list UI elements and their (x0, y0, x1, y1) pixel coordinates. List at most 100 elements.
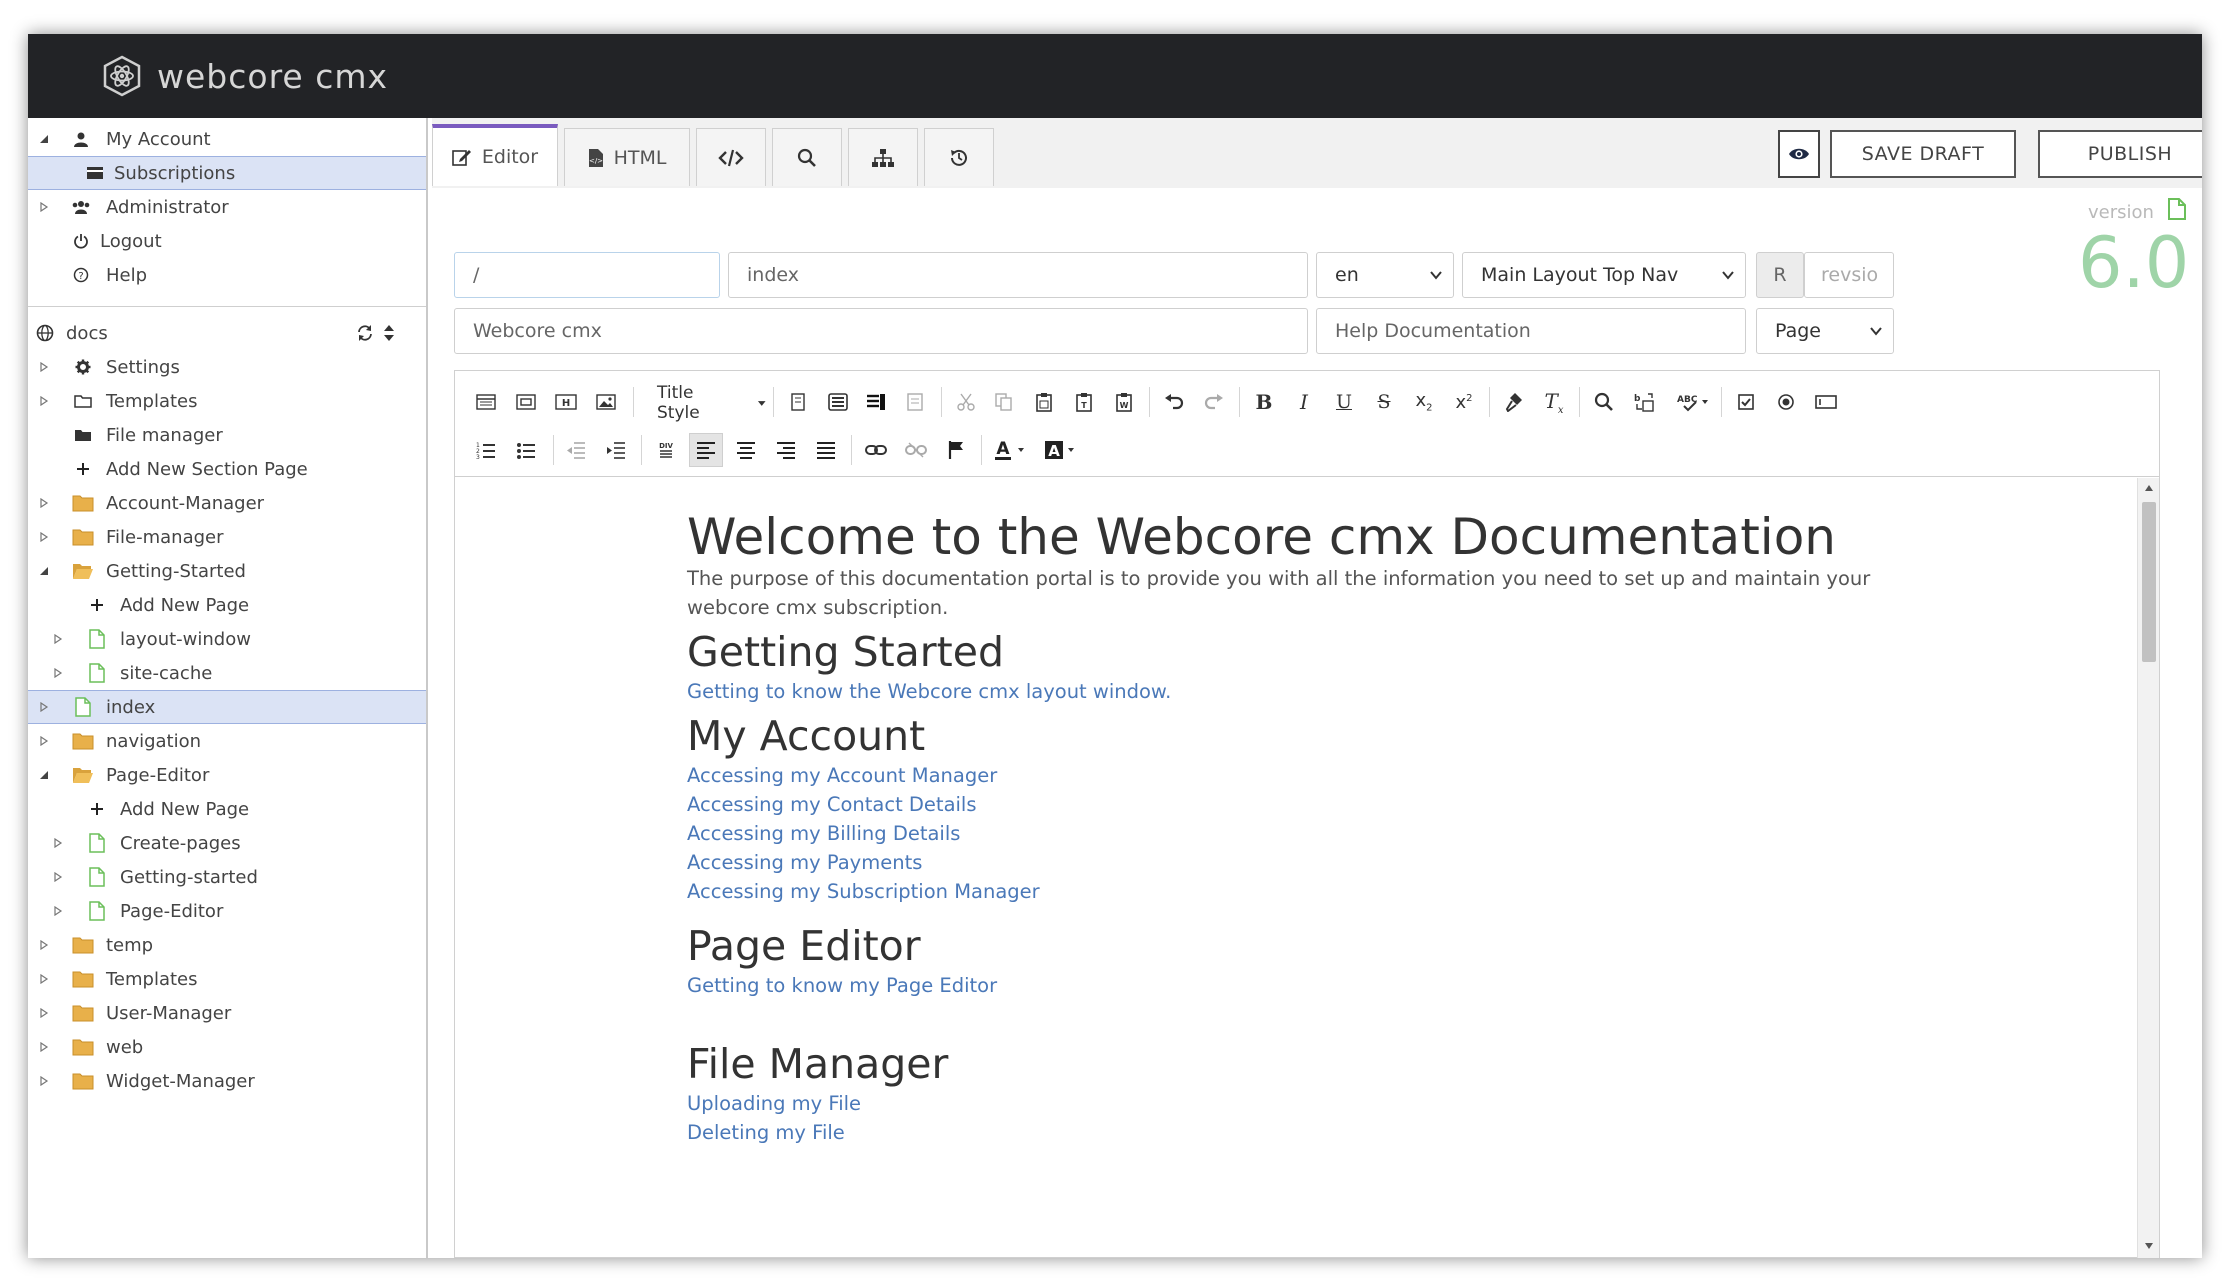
tab-source-code[interactable] (696, 128, 766, 186)
scroll-up-icon[interactable] (2144, 484, 2154, 492)
tree-item-templates-folder[interactable]: Templates (28, 962, 426, 996)
caret-collapsed-icon[interactable] (38, 1075, 50, 1087)
paste-word-icon[interactable]: W (1107, 385, 1141, 419)
caret-collapsed-icon[interactable] (52, 871, 64, 883)
div-container-icon[interactable] (821, 385, 855, 419)
templates-icon[interactable] (469, 385, 503, 419)
radio-icon[interactable] (1769, 385, 1803, 419)
underline-icon[interactable]: U (1327, 385, 1361, 419)
cut-icon[interactable] (949, 385, 983, 419)
tree-item-add-new-page[interactable]: Add New Page (28, 588, 426, 622)
caret-collapsed-icon[interactable] (38, 735, 50, 747)
save-draft-button[interactable]: SAVE DRAFT (1830, 130, 2016, 178)
justify-icon[interactable] (809, 433, 843, 467)
undo-icon[interactable] (1157, 385, 1191, 419)
paste-text-icon[interactable]: T (1067, 385, 1101, 419)
tab-editor[interactable]: Editor (432, 124, 558, 186)
caret-collapsed-icon[interactable] (52, 837, 64, 849)
tab-sitemap[interactable] (848, 128, 918, 186)
tab-html[interactable]: </> HTML (564, 128, 690, 186)
sidebar-item-help[interactable]: ? Help (28, 258, 426, 292)
sidebar-item-logout[interactable]: Logout (28, 224, 426, 258)
caret-collapsed-icon[interactable] (38, 497, 50, 509)
preview-button[interactable] (1778, 130, 1820, 178)
caret-collapsed-icon[interactable] (38, 361, 50, 373)
bold-icon[interactable]: B (1247, 385, 1281, 419)
doc-link[interactable]: Accessing my Billing Details (687, 822, 960, 845)
caret-collapsed-icon[interactable] (38, 701, 50, 713)
sidebar-item-subscriptions[interactable]: Subscriptions (28, 156, 426, 190)
tree-item-templates[interactable]: Templates (28, 384, 426, 418)
image-icon[interactable] (589, 385, 623, 419)
sidebar-item-administrator[interactable]: Administrator (28, 190, 426, 224)
text-color-icon[interactable]: A (989, 433, 1033, 467)
background-color-icon[interactable]: A (1039, 433, 1083, 467)
caret-collapsed-icon[interactable] (38, 531, 50, 543)
create-div-icon[interactable] (859, 385, 893, 419)
tree-item-widget-manager[interactable]: Widget-Manager (28, 1064, 426, 1098)
checkbox-icon[interactable] (1729, 385, 1763, 419)
tree-item-add-new-page-2[interactable]: Add New Page (28, 792, 426, 826)
bullet-list-icon[interactable] (509, 433, 543, 467)
caret-collapsed-icon[interactable] (38, 1007, 50, 1019)
site-title-input[interactable]: Webcore cmx (454, 308, 1308, 354)
tree-item-create-pages[interactable]: Create-pages (28, 826, 426, 860)
refresh-icon[interactable] (354, 322, 376, 344)
outdent-icon[interactable] (559, 433, 593, 467)
show-blocks-icon[interactable] (781, 385, 815, 419)
page-name-input[interactable]: index (728, 252, 1308, 298)
paste-icon[interactable] (1027, 385, 1061, 419)
find-icon[interactable] (1587, 385, 1621, 419)
tree-item-getting-started-page[interactable]: Getting-started (28, 860, 426, 894)
caret-collapsed-icon[interactable] (38, 973, 50, 985)
doc-link[interactable]: Accessing my Account Manager (687, 764, 997, 787)
language-select[interactable]: en (1316, 252, 1454, 298)
tree-item-page-editor-folder[interactable]: Page-Editor (28, 758, 426, 792)
doc-link[interactable]: Accessing my Payments (687, 851, 922, 874)
doc-link[interactable]: Uploading my File (687, 1092, 861, 1115)
copy-icon[interactable] (987, 385, 1021, 419)
tab-search[interactable] (772, 128, 842, 186)
tab-history[interactable] (924, 128, 994, 186)
doc-link[interactable]: Accessing my Subscription Manager (687, 880, 1040, 903)
subscript-icon[interactable]: x2 (1407, 385, 1441, 419)
numbered-list-icon[interactable]: 123 (469, 433, 503, 467)
page-title-input[interactable]: Help Documentation (1316, 308, 1746, 354)
caret-collapsed-icon[interactable] (38, 939, 50, 951)
layout-select[interactable]: Main Layout Top Nav (1462, 252, 1746, 298)
tree-item-file-manager-folder[interactable]: File-manager (28, 520, 426, 554)
tree-item-navigation[interactable]: navigation (28, 724, 426, 758)
tree-item-add-new-section-page[interactable]: Add New Section Page (28, 452, 426, 486)
site-header-docs[interactable]: docs (28, 316, 426, 350)
remove-div-icon[interactable] (899, 385, 933, 419)
text-field-icon[interactable] (1809, 385, 1843, 419)
caret-collapsed-icon[interactable] (38, 201, 50, 213)
tree-item-file-manager[interactable]: File manager (28, 418, 426, 452)
logo[interactable]: webcore cmx (101, 50, 388, 102)
doc-link[interactable]: Deleting my File (687, 1121, 845, 1144)
sidebar-item-my-account[interactable]: My Account (28, 122, 426, 156)
replace-icon[interactable]: b (1627, 385, 1661, 419)
caret-collapsed-icon[interactable] (38, 395, 50, 407)
page-type-select[interactable]: Page (1756, 308, 1894, 354)
scroll-down-icon[interactable] (2144, 1242, 2154, 1250)
tree-item-user-manager[interactable]: User-Manager (28, 996, 426, 1030)
copy-format-icon[interactable] (1497, 385, 1531, 419)
tree-item-page-editor-page[interactable]: Page-Editor (28, 894, 426, 928)
publish-button[interactable]: PUBLISH (2038, 130, 2202, 178)
anchor-flag-icon[interactable] (939, 433, 973, 467)
remove-format-icon[interactable]: Tx (1537, 385, 1571, 419)
scrollbar-thumb[interactable] (2142, 502, 2156, 662)
caret-expanded-icon[interactable] (38, 133, 50, 145)
tree-item-index[interactable]: index (28, 690, 426, 724)
doc-link[interactable]: Getting to know the Webcore cmx layout w… (687, 680, 1171, 703)
editor-content[interactable]: Welcome to the Webcore cmx Documentation… (455, 478, 2159, 1258)
strikethrough-icon[interactable]: S (1367, 385, 1401, 419)
tree-item-temp[interactable]: temp (28, 928, 426, 962)
tree-item-account-manager[interactable]: Account-Manager (28, 486, 426, 520)
tree-item-getting-started[interactable]: Getting-Started (28, 554, 426, 588)
revision-input[interactable]: revsio (1804, 252, 1894, 298)
iframe-icon[interactable] (509, 385, 543, 419)
caret-expanded-icon[interactable] (38, 769, 50, 781)
path-input[interactable]: / (454, 252, 720, 298)
